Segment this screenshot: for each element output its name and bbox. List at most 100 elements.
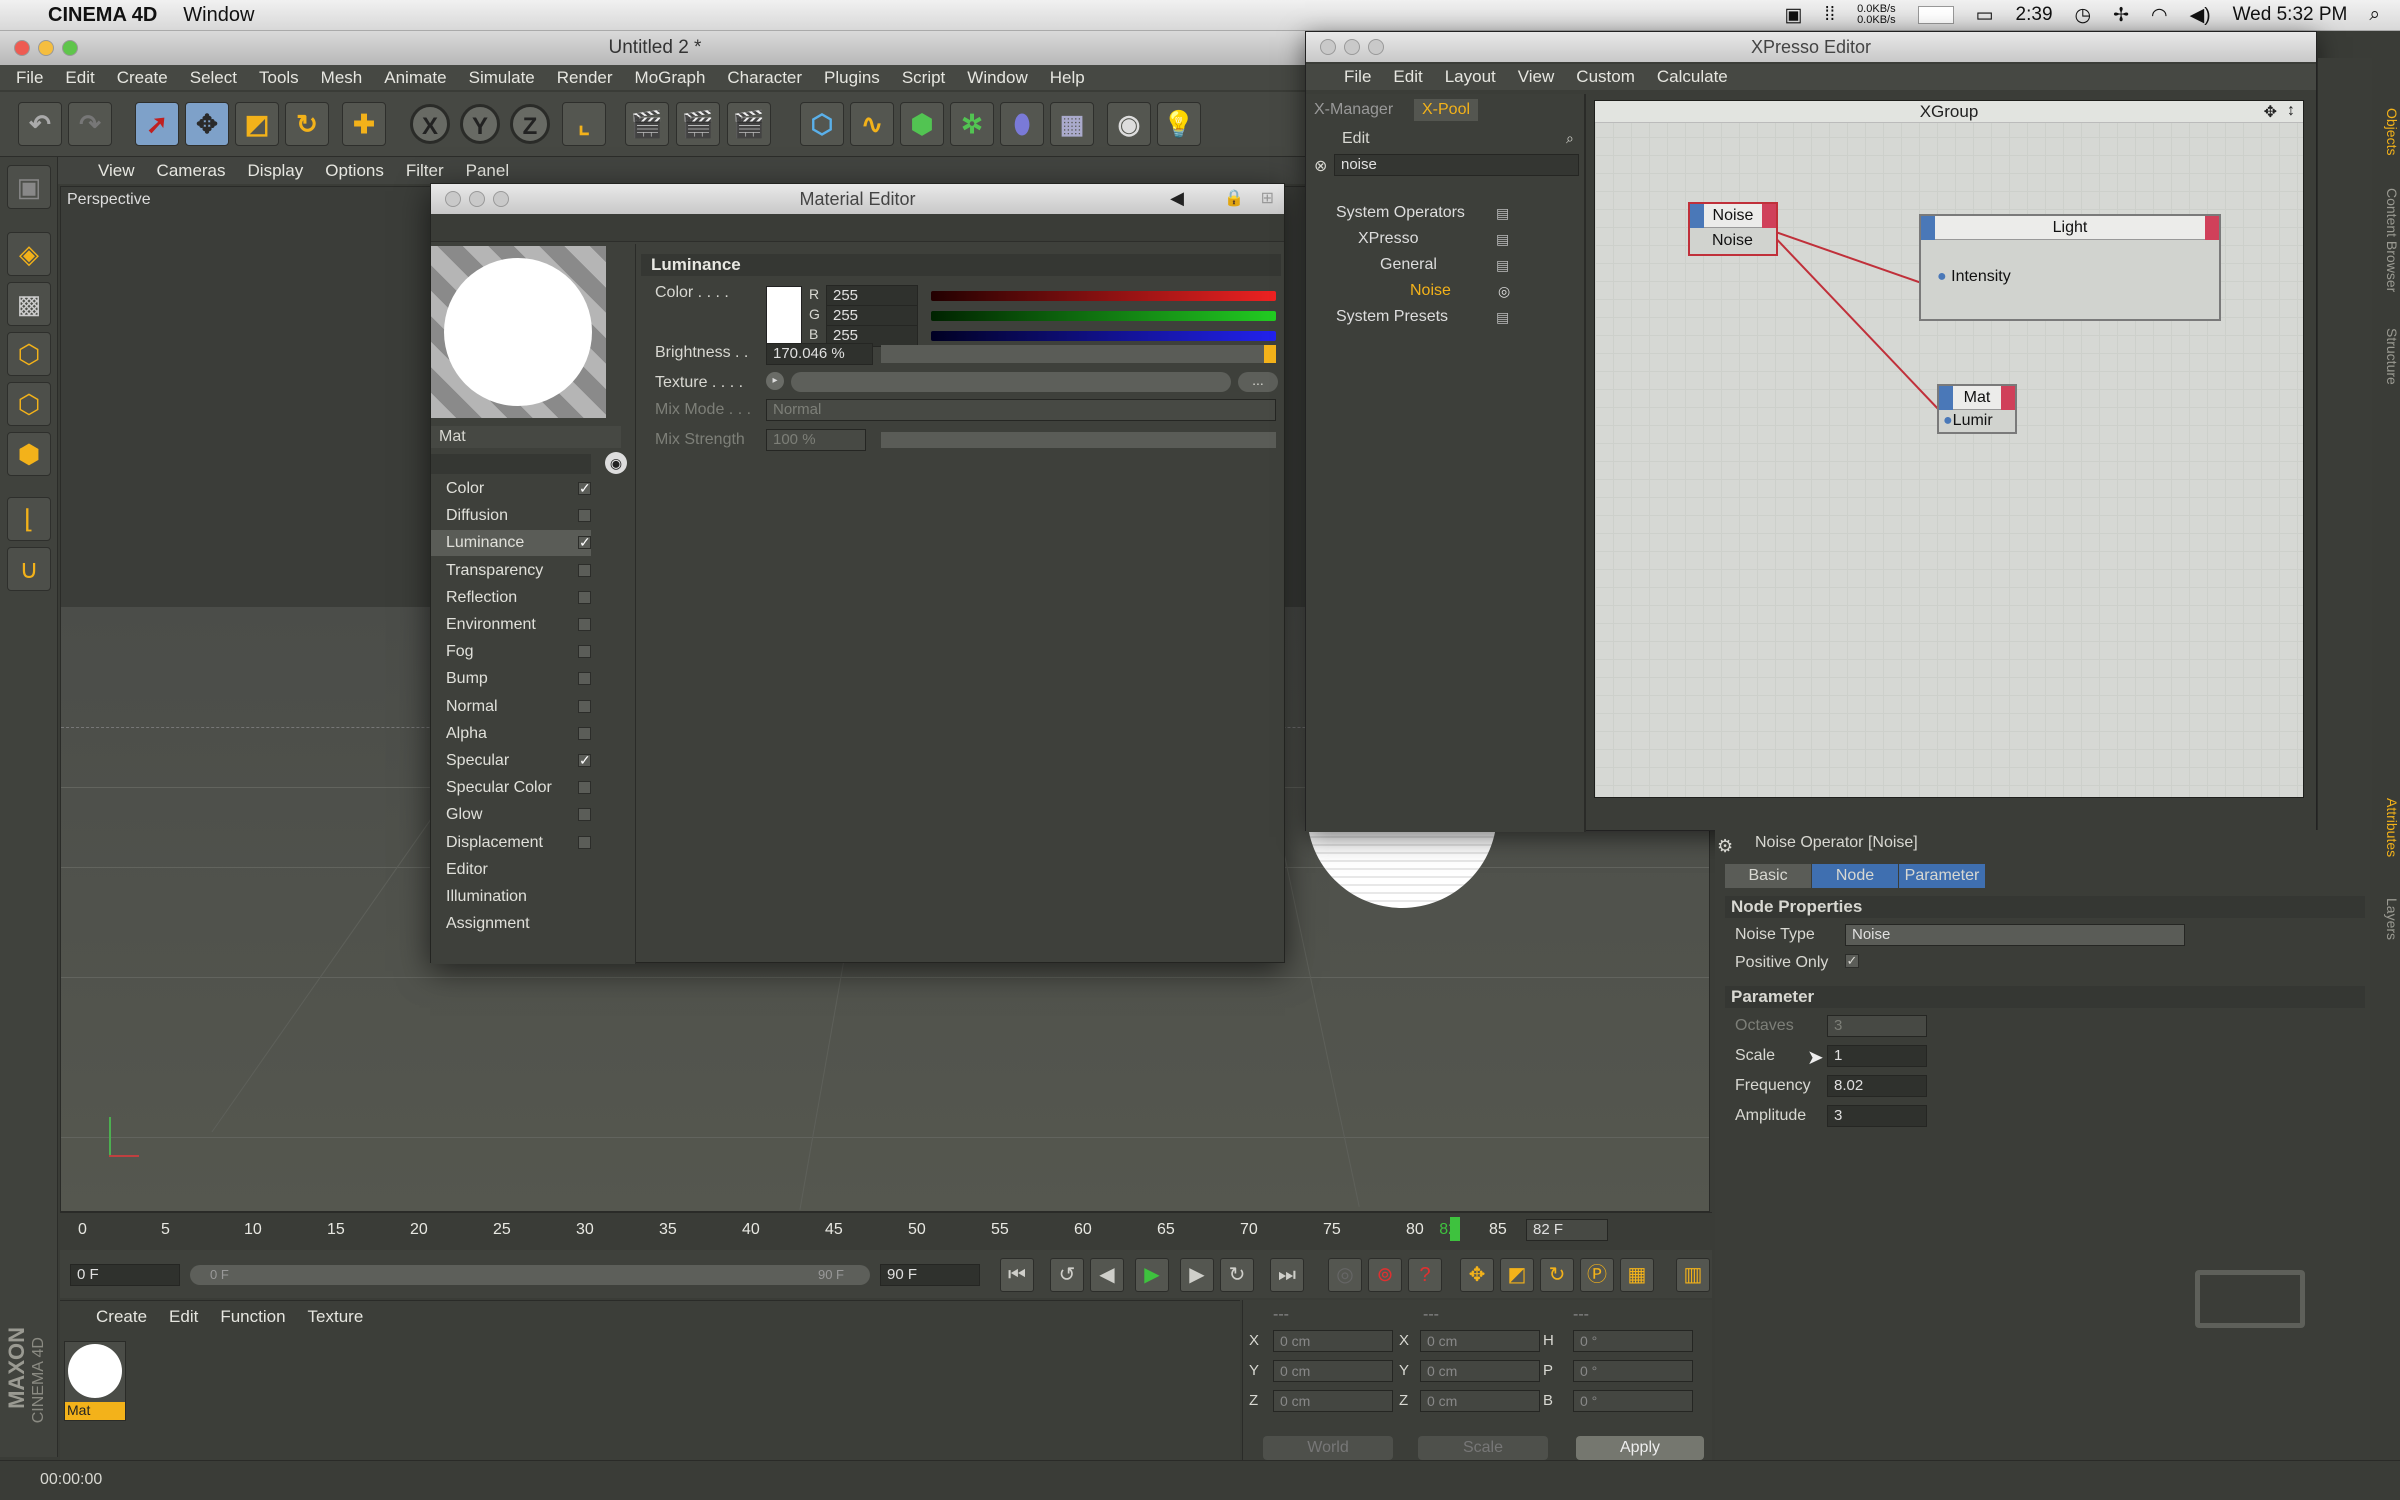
menubar-extras-icon[interactable]: ⁞⁞ <box>1825 4 1836 26</box>
coord-field[interactable]: 0 ° <box>1573 1330 1693 1352</box>
coord-field[interactable]: 0 ° <box>1573 1360 1693 1382</box>
cameras-menu[interactable]: Cameras <box>157 161 226 181</box>
volume-icon[interactable]: ◀) <box>2190 4 2211 27</box>
channel-checkbox[interactable] <box>578 699 591 713</box>
frequency-field[interactable]: 8.02 <box>1827 1075 1927 1097</box>
channel-displacement[interactable]: Displacement <box>431 830 591 856</box>
wifi-icon[interactable]: ◠ <box>2151 4 2168 27</box>
render-view-icon[interactable]: 🎬 <box>625 102 669 146</box>
model-mode-icon[interactable]: ◈ <box>7 232 51 276</box>
material-editor-titlebar[interactable]: Material Editor <box>431 184 1284 214</box>
close-button[interactable] <box>445 191 461 207</box>
coordinate-system-icon[interactable]: ⌞ <box>562 102 606 146</box>
coord-field[interactable]: 0 cm <box>1273 1360 1393 1382</box>
tree-xpresso[interactable]: XPresso <box>1358 230 1418 248</box>
octaves-field[interactable]: 3 <box>1827 1015 1927 1037</box>
cpu-meter-icon[interactable] <box>1917 6 1954 24</box>
menu-animate[interactable]: Animate <box>384 68 446 88</box>
channel-checkbox[interactable]: ✓ <box>578 481 591 495</box>
mm-edit[interactable]: Edit <box>169 1307 198 1327</box>
battery-time[interactable]: 2:39 <box>2016 4 2053 26</box>
record-keys-icon[interactable]: ◎ <box>1328 1258 1362 1292</box>
xp-menu-calculate[interactable]: Calculate <box>1657 67 1728 87</box>
previous-frame-icon[interactable]: ◀ <box>1090 1258 1124 1292</box>
channel-luminance[interactable]: Luminance ✓ <box>431 530 591 557</box>
luminance-input-port[interactable]: ●Lumir <box>1943 412 1993 430</box>
mix-strength-field[interactable]: 100 % <box>766 429 866 451</box>
search-icon[interactable]: ⌕ <box>1566 130 1574 147</box>
close-button[interactable] <box>14 40 30 56</box>
menu-select[interactable]: Select <box>190 68 237 88</box>
zoom-button[interactable] <box>1368 39 1384 55</box>
subdivision-icon[interactable]: ⬢ <box>900 102 944 146</box>
cube-object-icon[interactable]: ⬡ <box>800 102 844 146</box>
camera-object-icon[interactable]: ◉ <box>1107 102 1151 146</box>
scale-field[interactable]: 1 <box>1827 1045 1927 1067</box>
deformer-icon[interactable]: ⬮ <box>1000 102 1044 146</box>
recent-tool-icon[interactable]: ✚ <box>342 102 386 146</box>
clock[interactable]: Wed 5:32 PM <box>2233 4 2348 26</box>
play-icon[interactable]: ▶ <box>1135 1258 1169 1292</box>
menu-window[interactable]: Window <box>967 68 1027 88</box>
display-menu[interactable]: Display <box>248 161 304 181</box>
auto-key-icon[interactable]: ⊚ <box>1368 1258 1402 1292</box>
channel-illumination[interactable]: Illumination <box>431 884 591 910</box>
r-field[interactable]: 255 <box>826 285 918 307</box>
channel-checkbox[interactable] <box>578 618 591 631</box>
points-mode-icon[interactable]: ⬡ <box>7 332 51 376</box>
minimize-button[interactable] <box>38 40 54 56</box>
keyframe-selection-icon[interactable]: ? <box>1408 1258 1442 1292</box>
b-slider[interactable] <box>931 331 1276 341</box>
channel-fog[interactable]: Fog <box>431 639 591 665</box>
menu-tools[interactable]: Tools <box>259 68 299 88</box>
scale-dropdown[interactable]: Scale <box>1418 1436 1548 1460</box>
search-input[interactable]: noise <box>1334 154 1579 176</box>
material-thumbnail[interactable]: Mat <box>64 1341 126 1421</box>
xpool-edit-menu[interactable]: Edit <box>1342 130 1370 148</box>
coord-field[interactable]: 0 cm <box>1420 1330 1540 1352</box>
edges-mode-icon[interactable]: ⬡ <box>7 382 51 426</box>
intensity-input-port[interactable]: ● Intensity <box>1937 268 2011 286</box>
array-icon[interactable]: ✲ <box>950 102 994 146</box>
tab-x-pool[interactable]: X-Pool <box>1414 99 1479 121</box>
new-window-icon[interactable]: ⊞ <box>1261 188 1274 208</box>
zoom-button[interactable] <box>493 191 509 207</box>
filter-menu[interactable]: Filter <box>406 161 444 181</box>
app-name[interactable]: CINEMA 4D <box>48 4 157 27</box>
key-position-icon[interactable]: ✥ <box>1460 1258 1494 1292</box>
snap-icon[interactable]: ∪ <box>7 547 51 591</box>
tab-objects[interactable]: Objects <box>2372 102 2400 155</box>
end-frame-field[interactable]: 90 F <box>880 1264 980 1286</box>
channel-checkbox[interactable] <box>578 726 591 740</box>
tab-structure[interactable]: Structure <box>2372 322 2400 385</box>
light-object-icon[interactable]: 💡 <box>1157 102 1201 146</box>
battery-icon[interactable]: ▭ <box>1976 4 1994 27</box>
channel-checkbox[interactable] <box>578 563 591 577</box>
channel-glow[interactable]: Glow <box>431 802 591 828</box>
render-settings-icon[interactable]: 🎬 <box>727 102 771 146</box>
playhead[interactable] <box>1450 1217 1460 1241</box>
menu-create[interactable]: Create <box>117 68 168 88</box>
tree-general[interactable]: General <box>1380 256 1437 274</box>
menu-render[interactable]: Render <box>557 68 613 88</box>
tab-basic[interactable]: Basic <box>1725 864 1811 888</box>
tab-node[interactable]: Node <box>1812 864 1898 888</box>
spline-icon[interactable]: ∿ <box>850 102 894 146</box>
xp-menu-layout[interactable]: Layout <box>1445 67 1496 87</box>
camera-icon[interactable]: ▣ <box>1785 4 1803 27</box>
channel-checkbox[interactable] <box>578 808 591 822</box>
live-selection-icon[interactable]: ➚ <box>135 102 179 146</box>
start-frame-field[interactable]: 0 F <box>70 1264 180 1286</box>
apply-button[interactable]: Apply <box>1576 1436 1704 1460</box>
minimize-button[interactable] <box>1344 39 1360 55</box>
noise-output-port[interactable]: Noise <box>1712 232 1753 250</box>
channel-checkbox[interactable] <box>578 590 591 604</box>
positive-only-checkbox[interactable]: ✓ <box>1845 954 1859 968</box>
xgroup-canvas[interactable]: XGroup ✥ ↕ Noise Noise Light ● Intensity… <box>1594 100 2304 798</box>
xp-menu-edit[interactable]: Edit <box>1393 67 1422 87</box>
g-slider[interactable] <box>931 311 1276 321</box>
key-param-icon[interactable]: Ⓟ <box>1580 1258 1614 1292</box>
channel-checkbox[interactable] <box>578 835 591 849</box>
z-axis-lock[interactable]: Z <box>510 104 550 144</box>
xp-menu-view[interactable]: View <box>1518 67 1555 87</box>
